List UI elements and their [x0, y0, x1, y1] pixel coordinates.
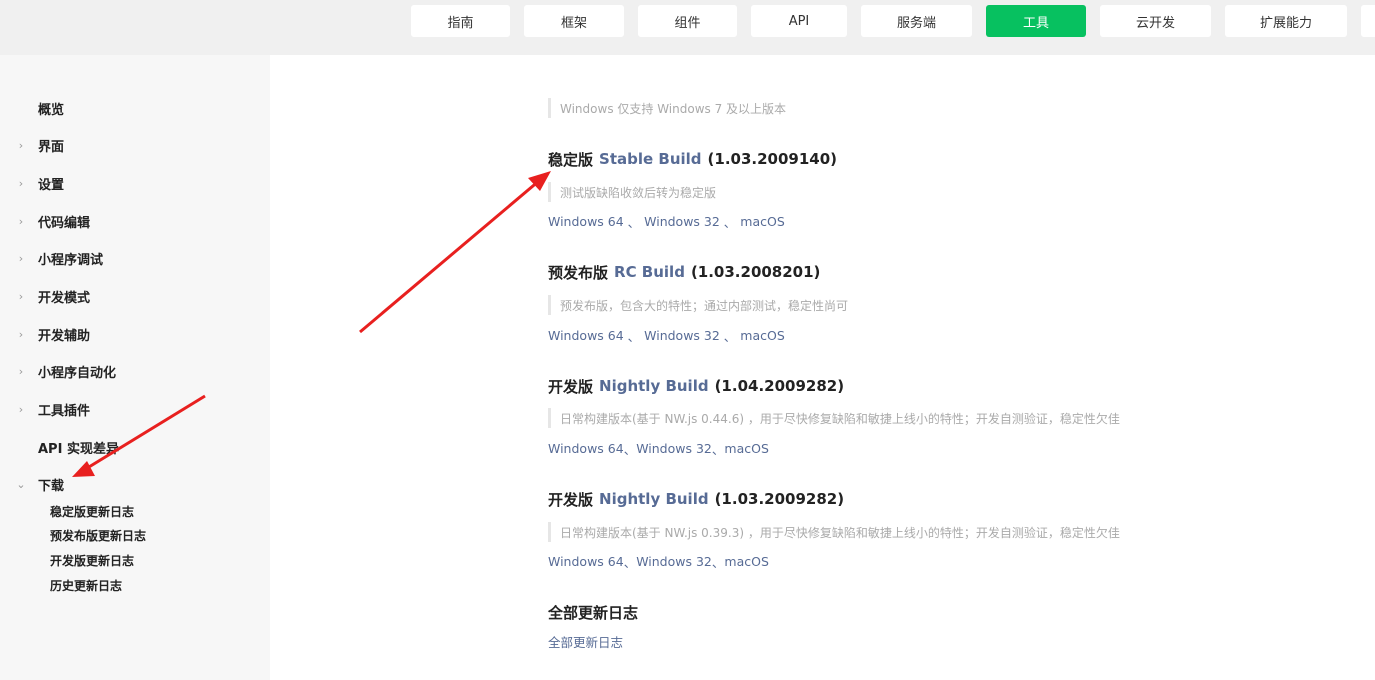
link-separator: 、 [711, 441, 725, 457]
chevron-right-icon: › [18, 364, 24, 378]
sidebar-item-interface[interactable]: › 界面 [0, 133, 270, 157]
chevron-right-icon: › [18, 214, 24, 228]
link-separator: 、 [711, 554, 725, 570]
sidebar-item-download[interactable]: ⌄ 下载 [0, 472, 270, 496]
heading-build-name: RC Build [614, 263, 685, 281]
download-macos-link[interactable]: macOS [724, 441, 768, 456]
nightly-build-note-1: 日常构建版本(基于 NW.js 0.44.6) ，用于尽快修复缺陷和敏捷上线小的… [548, 408, 1120, 428]
sidebar-item-label: 开发模式 [38, 290, 91, 306]
sidebar-item-label: 小程序调试 [38, 252, 104, 268]
nightly-build-note-2: 日常构建版本(基于 NW.js 0.39.3) ，用于尽快修复缺陷和敏捷上线小的… [548, 522, 1120, 542]
download-windows32-link[interactable]: Windows 32 [644, 214, 720, 229]
heading-version: (1.03.2008201) [690, 263, 821, 281]
nav-tab-overflow[interactable] [1361, 5, 1375, 37]
nav-tab-framework[interactable]: 框架 [524, 5, 624, 37]
all-changelog-link[interactable]: 全部更新日志 [548, 632, 623, 651]
sidebar-item-label: 概览 [38, 102, 65, 118]
stable-build-note: 测试版缺陷收敛后转为稳定版 [548, 182, 716, 202]
heading-version: (1.04.2009282) [714, 377, 845, 395]
download-windows32-link[interactable]: Windows 32 [636, 554, 712, 569]
sidebar-item-code-editing[interactable]: › 代码编辑 [0, 209, 270, 233]
top-navigation: 指南 框架 组件 API 服务端 工具 云开发 扩展能力 [0, 0, 1375, 55]
heading-version: (1.03.2009140) [707, 150, 838, 168]
sidebar-item-plugins[interactable]: › 工具插件 [0, 397, 270, 421]
nightly-build-heading-1: 开发版 Nightly Build (1.04.2009282) [548, 374, 844, 398]
download-windows32-link[interactable]: Windows 32 [644, 328, 720, 343]
download-macos-link[interactable]: macOS [740, 214, 784, 229]
sidebar-item-debugging[interactable]: › 小程序调试 [0, 246, 270, 270]
download-macos-link[interactable]: macOS [724, 554, 768, 569]
sidebar-item-label: 设置 [38, 177, 65, 193]
chevron-right-icon: › [18, 402, 24, 416]
download-macos-link[interactable]: macOS [740, 328, 784, 343]
sidebar-subitem-nightly-log[interactable]: 开发版更新日志 [50, 550, 134, 570]
sidebar-item-label: 下载 [38, 478, 65, 494]
download-windows64-link[interactable]: Windows 64 [548, 554, 624, 569]
link-separator: 、 [623, 214, 645, 230]
link-separator: 、 [623, 328, 645, 344]
heading-prefix: 开发版 [548, 490, 594, 509]
link-separator: 、 [623, 554, 637, 570]
link-separator: 、 [719, 214, 741, 230]
heading-prefix: 开发版 [548, 377, 594, 396]
download-windows64-link[interactable]: Windows 64 [548, 441, 624, 456]
chevron-right-icon: › [18, 138, 24, 152]
rc-build-note: 预发布版，包含大的特性；通过内部测试，稳定性尚可 [548, 295, 848, 315]
sidebar-item-label: API 实现差异 [38, 441, 119, 457]
sidebar: 概览 › 界面 › 设置 › 代码编辑 › 小程序调试 › 开发模式 › 开发辅… [0, 55, 270, 680]
sidebar-item-label: 界面 [38, 139, 65, 155]
heading-build-name: Stable Build [599, 150, 702, 168]
sidebar-subitem-stable-log[interactable]: 稳定版更新日志 [50, 501, 134, 521]
nav-tab-api[interactable]: API [751, 5, 847, 37]
nav-tab-guide[interactable]: 指南 [411, 5, 510, 37]
changelog-heading: 全部更新日志 [548, 603, 639, 622]
heading-build-name: Nightly Build [599, 377, 709, 395]
chevron-down-icon: ⌄ [16, 477, 26, 491]
nightly-build-links-1: Windows 64 、 Windows 32 、 macOS [548, 438, 769, 458]
main-content: Windows 仅支持 Windows 7 及以上版本 稳定版 Stable B… [270, 55, 1375, 680]
heading-build-name: Nightly Build [599, 490, 709, 508]
chevron-right-icon: › [18, 327, 24, 341]
nav-tab-cloud-dev[interactable]: 云开发 [1100, 5, 1211, 37]
download-windows64-link[interactable]: Windows 64 [548, 214, 624, 229]
sidebar-item-api-diff[interactable]: API 实现差异 [0, 435, 270, 459]
nightly-build-links-2: Windows 64 、 Windows 32 、 macOS [548, 551, 769, 571]
sidebar-item-automation[interactable]: › 小程序自动化 [0, 359, 270, 383]
chevron-right-icon: › [18, 289, 24, 303]
rc-build-links: Windows 64 、 Windows 32 、 macOS [548, 325, 785, 345]
nav-tab-components[interactable]: 组件 [638, 5, 737, 37]
sidebar-item-label: 代码编辑 [38, 215, 91, 231]
changelog-links: 全部更新日志 [548, 631, 623, 651]
sidebar-item-label: 开发辅助 [38, 328, 91, 344]
stable-build-links: Windows 64 、 Windows 32 、 macOS [548, 211, 785, 231]
chevron-right-icon: › [18, 176, 24, 190]
sidebar-item-label: 工具插件 [38, 403, 91, 419]
heading-version: (1.03.2009282) [714, 490, 845, 508]
nav-tab-server[interactable]: 服务端 [861, 5, 972, 37]
link-separator: 、 [719, 328, 741, 344]
nightly-build-heading-2: 开发版 Nightly Build (1.03.2009282) [548, 487, 844, 511]
heading-prefix: 预发布版 [548, 263, 609, 282]
download-windows64-link[interactable]: Windows 64 [548, 328, 624, 343]
sidebar-item-settings[interactable]: › 设置 [0, 171, 270, 195]
sidebar-item-dev-mode[interactable]: › 开发模式 [0, 284, 270, 308]
sidebar-item-label: 小程序自动化 [38, 365, 117, 381]
chevron-right-icon: › [18, 251, 24, 265]
download-windows32-link[interactable]: Windows 32 [636, 441, 712, 456]
sidebar-item-dev-assist[interactable]: › 开发辅助 [0, 322, 270, 346]
sidebar-item-overview[interactable]: 概览 [0, 96, 270, 120]
heading-prefix: 稳定版 [548, 150, 594, 169]
link-separator: 、 [623, 441, 637, 457]
rc-build-heading: 预发布版 RC Build (1.03.2008201) [548, 260, 820, 284]
sidebar-subitem-rc-log[interactable]: 预发布版更新日志 [50, 525, 146, 545]
nav-tab-tools[interactable]: 工具 [986, 5, 1086, 37]
stable-build-heading: 稳定版 Stable Build (1.03.2009140) [548, 147, 837, 171]
windows-support-note: Windows 仅支持 Windows 7 及以上版本 [548, 98, 786, 118]
nav-tab-extensions[interactable]: 扩展能力 [1225, 5, 1347, 37]
sidebar-subitem-history-log[interactable]: 历史更新日志 [50, 575, 122, 595]
